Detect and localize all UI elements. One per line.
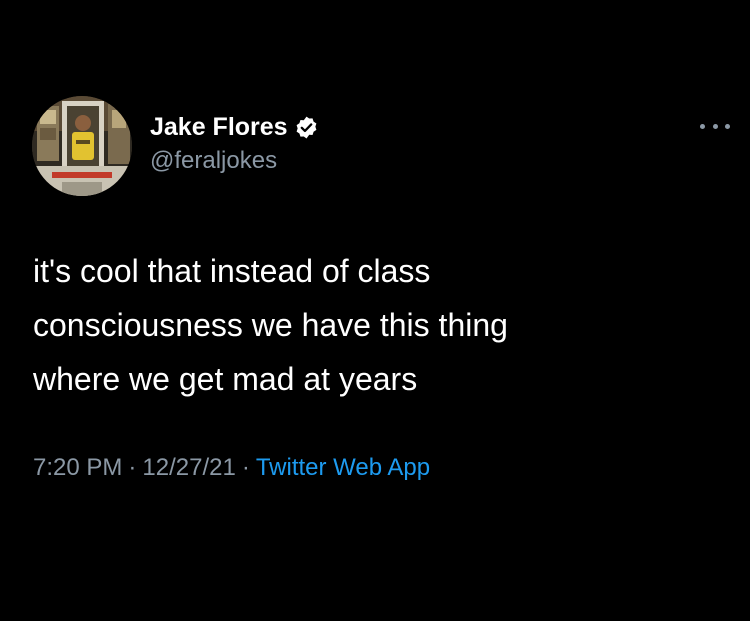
tweet-text-line: it's cool that instead of class xyxy=(33,253,431,289)
tweet-date[interactable]: 12/27/21 xyxy=(142,454,235,481)
author-row[interactable]: Jake Flores xyxy=(150,111,319,143)
tweet-metadata: 7:20 PM · 12/27/21 · Twitter Web App xyxy=(33,452,430,484)
verified-badge-icon xyxy=(294,115,319,140)
author-handle[interactable]: @feraljokes xyxy=(150,146,277,176)
display-name[interactable]: Jake Flores xyxy=(150,111,288,143)
avatar[interactable] xyxy=(32,96,132,196)
more-options-icon[interactable] xyxy=(700,118,730,134)
tweet-source-link[interactable]: Twitter Web App xyxy=(256,454,430,481)
more-dot xyxy=(712,123,718,129)
more-dot xyxy=(725,123,730,129)
tweet-screenshot: Jake Flores @feraljokes it's cool that i… xyxy=(0,0,750,621)
tweet-text-line: where we get mad at years xyxy=(33,361,418,397)
tweet-text: it's cool that instead of class consciou… xyxy=(33,244,723,406)
meta-separator: · xyxy=(128,454,137,481)
avatar-photo xyxy=(32,96,132,196)
tweet-time[interactable]: 7:20 PM xyxy=(33,454,122,481)
tweet-text-line: consciousness we have this thing xyxy=(33,307,508,343)
more-dot xyxy=(700,123,705,129)
meta-separator: · xyxy=(241,454,250,481)
